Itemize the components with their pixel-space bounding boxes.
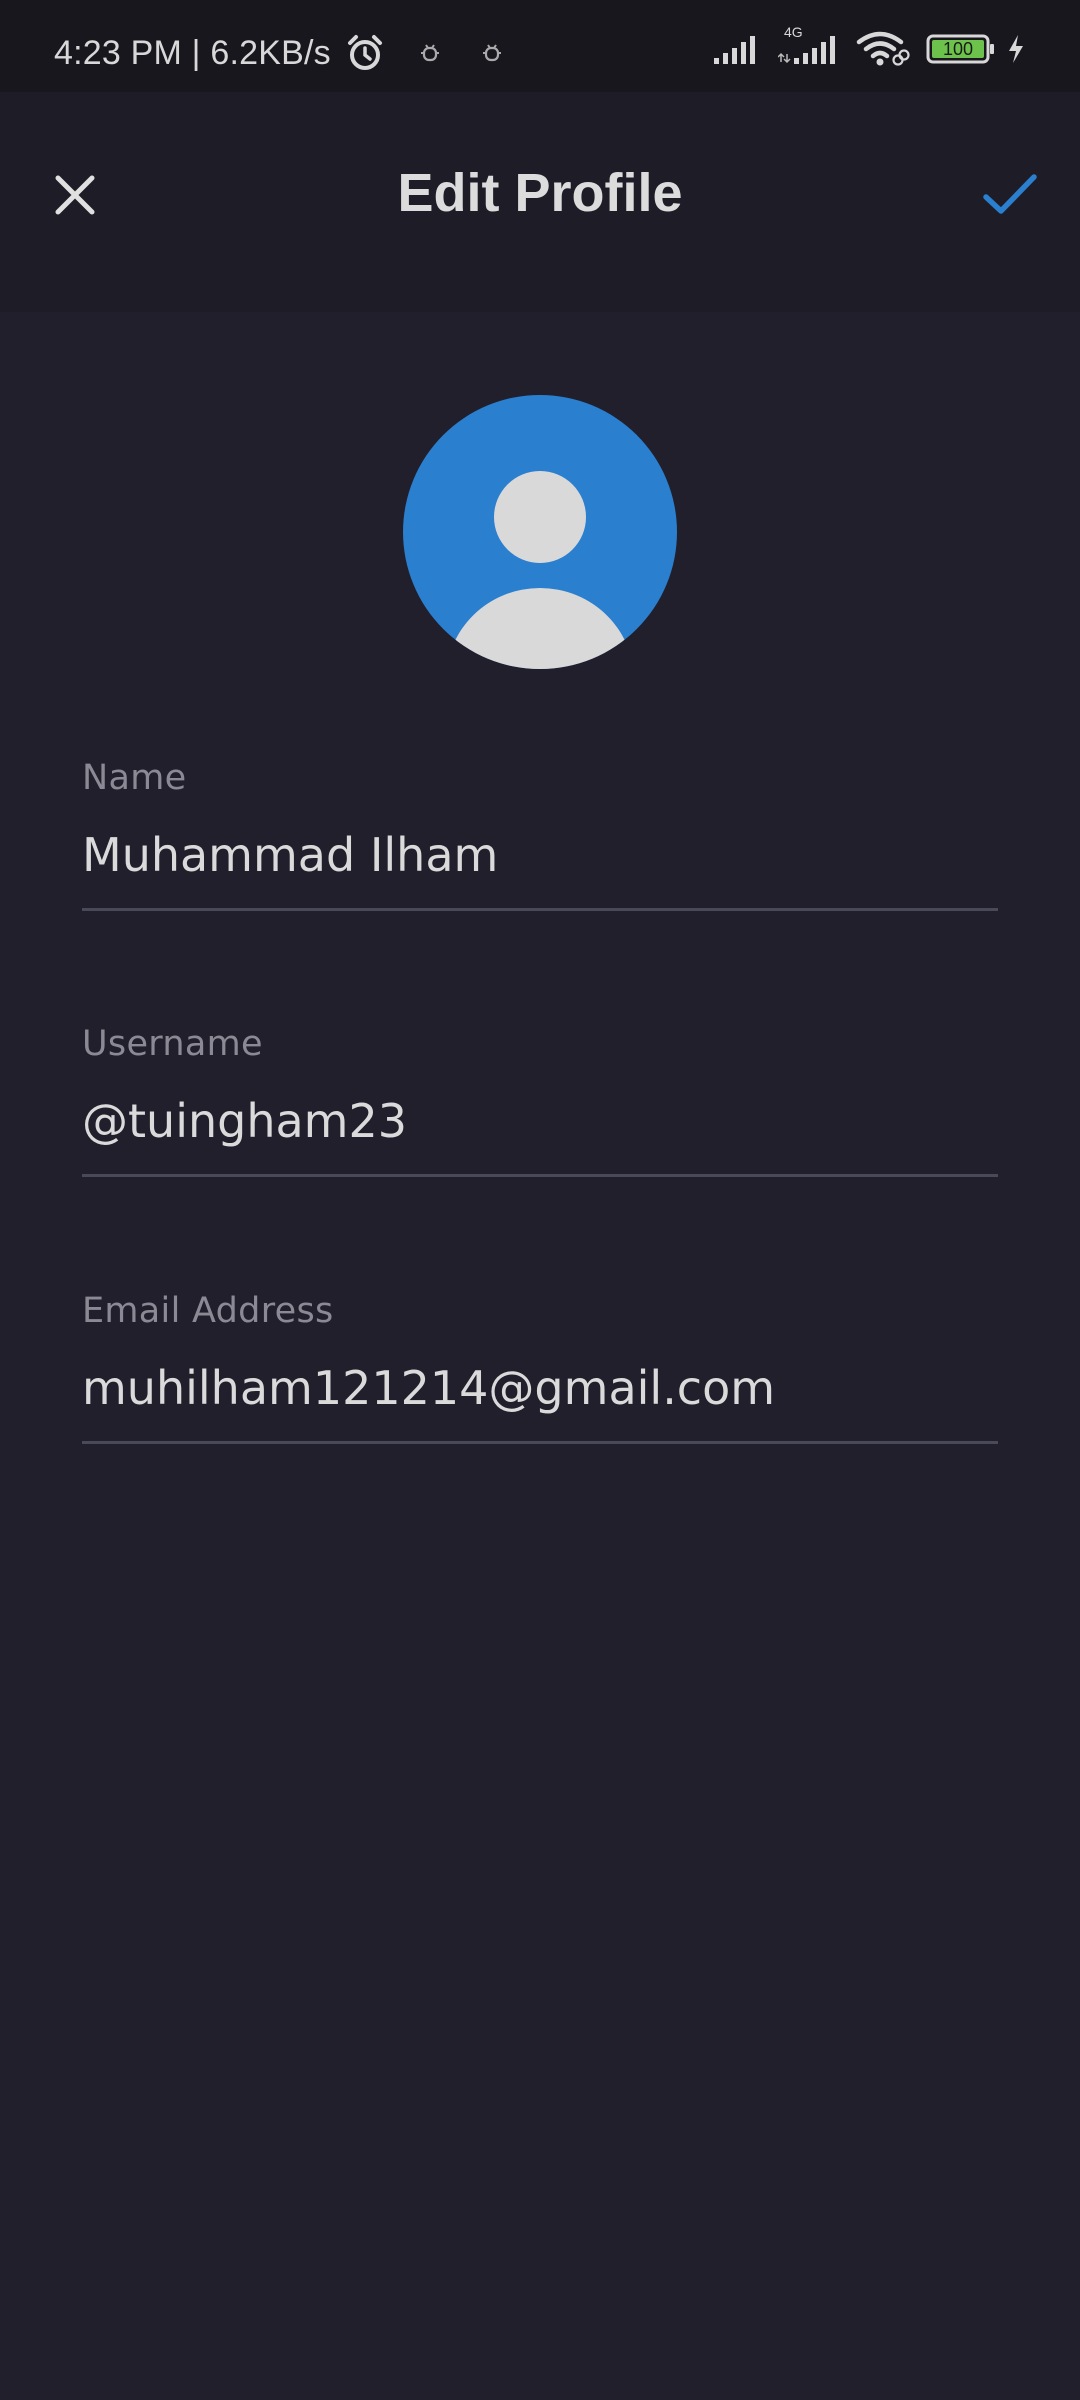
name-input[interactable] (82, 828, 998, 911)
name-field: Name (82, 758, 998, 911)
battery-level: 100 (942, 39, 974, 59)
status-right: 4G 100 (712, 24, 1026, 68)
network-type-label: 4G (784, 24, 803, 40)
person-placeholder-icon (446, 471, 634, 669)
username-input[interactable] (82, 1094, 998, 1177)
email-field: Email Address (82, 1291, 998, 1444)
alarm-icon (345, 33, 385, 73)
status-time: 4:23 PM | 6.2KB/s (54, 33, 331, 72)
avatar[interactable] (403, 395, 677, 669)
battery-icon: 100 (926, 32, 996, 66)
debug-icon (479, 40, 505, 66)
username-field: Username (82, 1024, 998, 1177)
page-title: Edit Profile (397, 163, 683, 223)
app-bar: Edit Profile (0, 92, 1080, 312)
status-bar: 4:23 PM | 6.2KB/s 4G 100 (0, 0, 1080, 92)
email-label: Email Address (82, 1291, 334, 1331)
debug-icon (417, 40, 443, 66)
signal-4g-icon: 4G (778, 24, 840, 66)
wifi-icon (856, 30, 910, 68)
charging-icon (1006, 33, 1026, 65)
username-label: Username (82, 1024, 263, 1064)
name-label: Name (82, 758, 187, 798)
check-icon (983, 174, 1037, 214)
signal-icon (712, 32, 762, 66)
save-button[interactable] (970, 158, 1050, 232)
status-left: 4:23 PM | 6.2KB/s (54, 33, 505, 73)
email-input[interactable] (82, 1361, 998, 1444)
